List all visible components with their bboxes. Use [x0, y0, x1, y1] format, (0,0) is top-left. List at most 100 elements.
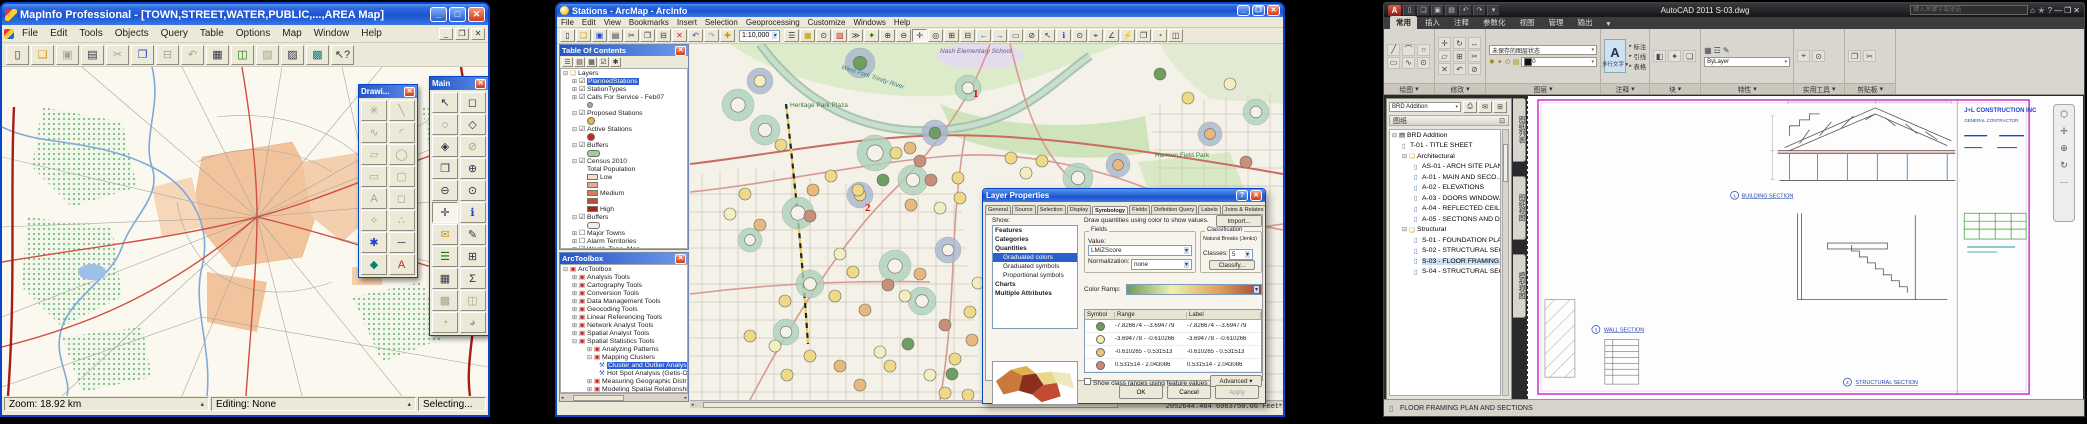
- vertical-scrollbar[interactable]: [1502, 129, 1509, 396]
- ribbon-panel-label[interactable]: 绘图▾: [1384, 83, 1434, 94]
- forward-extent-button[interactable]: →: [992, 29, 1007, 42]
- sheet-tree-row[interactable]: ▯ S-02 - STRUCTURAL SEC...: [1390, 246, 1500, 257]
- toc-layer-row[interactable]: ⊞ ☑ World_Topo_Map: [561, 245, 687, 249]
- frame-tool[interactable]: ◻: [389, 188, 415, 209]
- sheet-label[interactable]: A-05 - SECTIONS AND D...: [1422, 216, 1500, 223]
- ribbon-panel-label[interactable]: 注释▾: [1601, 83, 1649, 94]
- full-extent-button[interactable]: ◎: [928, 29, 943, 42]
- ribbon-tool-icon[interactable]: ✦: [1668, 50, 1681, 62]
- class-break-row[interactable]: 0.531514 - 2.043086 0.531514 - 2.043086: [1085, 359, 1261, 372]
- toolbox-item[interactable]: ⊟ ▣ ArcToolbox: [561, 265, 687, 273]
- visibility-checkbox[interactable]: ☑: [579, 93, 587, 101]
- print-button[interactable]: ▤: [608, 29, 623, 42]
- ribbon-tool-icon[interactable]: ↔: [1468, 37, 1481, 49]
- zoom-in-tool[interactable]: ⊕: [460, 158, 486, 179]
- range-cell[interactable]: -0.610265 - 0.531513: [1115, 349, 1187, 355]
- toolbox-item[interactable]: ⊞ ▣ Measuring Geographic Distributions: [561, 377, 687, 385]
- menu-item[interactable]: Help: [890, 18, 914, 27]
- toolbox-label[interactable]: Data Management Tools: [587, 298, 661, 305]
- visibility-checkbox[interactable]: ☑: [579, 125, 587, 133]
- sheet-tree-row[interactable]: ⊟ ▤ BRD Addition: [1390, 130, 1500, 141]
- arctoolbox-titlebar[interactable]: ArcToolbox ✕: [560, 253, 688, 264]
- layer-label[interactable]: PlannedStations: [587, 78, 639, 85]
- ribbon-tab[interactable]: 参数化: [1477, 16, 1512, 29]
- sheet-tree-row[interactable]: ▯ A-04 - REFLECTED CEILI...: [1390, 204, 1500, 215]
- drawing-toolbar[interactable]: Drawi... ✕ ✳╲∿◜▱◯▭▢A◻✧∴✱─◆A: [358, 84, 418, 278]
- layer-label[interactable]: Census 2010: [587, 158, 627, 165]
- chevron-down-icon[interactable]: ▾: [1245, 251, 1250, 258]
- toc-layer-row[interactable]: ⊞ ☐ Major Towns: [561, 229, 687, 237]
- more-icon[interactable]: ⋯: [2060, 177, 2069, 188]
- table-of-contents-button[interactable]: ☰: [784, 29, 799, 42]
- toolbox-item[interactable]: ⊞ ▣ Data Management Tools: [561, 297, 687, 305]
- ribbon-tool-icon[interactable]: ╱: [1387, 44, 1400, 56]
- toc-options-button[interactable]: ✱: [610, 57, 621, 67]
- sheet-label[interactable]: BRD Addition: [1407, 132, 1447, 139]
- close-button[interactable]: ✕: [1267, 5, 1280, 16]
- layer-control-icon[interactable]: ⊙: [1505, 58, 1511, 66]
- toolbox-item[interactable]: ⊞ ▣ Cartography Tools: [561, 281, 687, 289]
- toc-layer-row[interactable]: [561, 221, 687, 229]
- toc-layer-tree[interactable]: ⊟ ❏ Layers ⊞ ☑ PlannedStations ⊞ ☑: [560, 68, 688, 249]
- sheet-label[interactable]: A-04 - REFLECTED CEILI...: [1422, 205, 1500, 212]
- sheet-tree-row[interactable]: ▯ A-05 - SECTIONS AND D...: [1390, 214, 1500, 225]
- sheet-tree-row[interactable]: ▯ A-02 - ELEVATIONS: [1390, 183, 1500, 194]
- layer-label[interactable]: Total Population: [587, 166, 635, 173]
- line-tool[interactable]: ╲: [389, 100, 415, 121]
- ribbon-tab[interactable]: 管理: [1543, 16, 1570, 29]
- toolbox-item[interactable]: ⚒ Cluster and Outlier Analysis (Anselin …: [561, 361, 687, 369]
- list-by-drawing-order-button[interactable]: ☰: [562, 57, 573, 67]
- layer-control-button[interactable]: ☰: [432, 246, 458, 267]
- popup-arrow-icon[interactable]: ▴: [200, 400, 204, 408]
- scroll-right-icon[interactable]: ▸: [683, 395, 688, 401]
- expander-icon[interactable]: ⊞: [587, 346, 594, 353]
- sheet-set-combo[interactable]: BRD Addition▾: [1389, 102, 1461, 112]
- child-close-button[interactable]: ✕: [471, 28, 485, 40]
- toc-layer-row[interactable]: Medium: [561, 189, 687, 197]
- layer-label[interactable]: Layers: [578, 70, 598, 77]
- expander-icon[interactable]: ⊞: [572, 282, 579, 289]
- label-tool[interactable]: ✎: [460, 224, 486, 245]
- navigation-bar[interactable]: ⬡✛⊕↻⋯: [2053, 104, 2075, 222]
- delete-button[interactable]: ✕: [672, 29, 687, 42]
- toolbox-item[interactable]: ⊞ ▣ Modeling Spatial Relationships: [561, 385, 687, 393]
- menu-item[interactable]: Geoprocessing: [742, 18, 804, 27]
- layer-label[interactable]: Proposed Stations: [587, 110, 643, 117]
- ribbon-tool-icon[interactable]: ⌒: [1402, 44, 1415, 56]
- expander-icon[interactable]: ⊞: [572, 298, 579, 305]
- menu-item[interactable]: Query: [155, 28, 194, 39]
- cut-button[interactable]: ✂: [106, 45, 129, 65]
- region-style-button[interactable]: ◆: [361, 254, 387, 275]
- menu-item[interactable]: Customize: [804, 18, 850, 27]
- polyline-tool[interactable]: ∿: [361, 122, 387, 143]
- toolbox-item[interactable]: ⊞ ▣ Linear Referencing Tools: [561, 313, 687, 321]
- text-tool[interactable]: A: [361, 188, 387, 209]
- layer-properties-dialog[interactable]: Layer Properties ? ✕ GeneralSourceSelect…: [982, 188, 1266, 404]
- toolbox-label[interactable]: Cartography Tools: [587, 282, 642, 289]
- selecting-status[interactable]: Selecting...: [418, 397, 486, 411]
- qat-undo-button[interactable]: ↶: [1459, 5, 1472, 16]
- ribbon-tab[interactable]: 视图: [1514, 16, 1541, 29]
- close-button[interactable]: ✕: [468, 7, 485, 22]
- menu-item[interactable]: Tools: [73, 28, 108, 39]
- expander-icon[interactable]: ⊟: [572, 110, 579, 117]
- ribbon-tab[interactable]: 注释: [1448, 16, 1475, 29]
- expander-icon[interactable]: ⊟: [572, 214, 579, 221]
- ribbon-tool-icon[interactable]: ✛: [1438, 37, 1451, 49]
- create-viewer-window-button[interactable]: ◫: [1168, 29, 1183, 42]
- toc-layer-row[interactable]: ⊞ ☑ PlannedStations: [561, 77, 687, 85]
- ribbon-tool-icon[interactable]: ⊙: [1417, 57, 1430, 69]
- expander-icon[interactable]: ⊟: [572, 158, 579, 165]
- qat-dropdown[interactable]: ▾: [1487, 5, 1500, 16]
- layer-label[interactable]: Active Stations: [587, 126, 632, 133]
- class-break-row[interactable]: -7.826674 - -3.694779 -7.826674 - -3.694…: [1085, 320, 1261, 333]
- class-breaks-table[interactable]: Symbol Range Label -7.826674 - -3.694779…: [1084, 309, 1262, 373]
- layer-label[interactable]: Low: [600, 174, 612, 181]
- sheet-tree-row[interactable]: ▯ T-01 - TITLE SHEET: [1390, 141, 1500, 152]
- help-button[interactable]: ?: [1236, 190, 1248, 201]
- sheet-label[interactable]: S-04 - STRUCTURAL SEC...: [1422, 268, 1500, 275]
- ribbon-tool-icon[interactable]: ⊘: [1468, 63, 1481, 75]
- layer-control-icon[interactable]: ✹: [1489, 58, 1495, 66]
- layer-label[interactable]: Alarm Territories: [587, 238, 636, 245]
- properties-icon[interactable]: ✎: [1723, 46, 1730, 55]
